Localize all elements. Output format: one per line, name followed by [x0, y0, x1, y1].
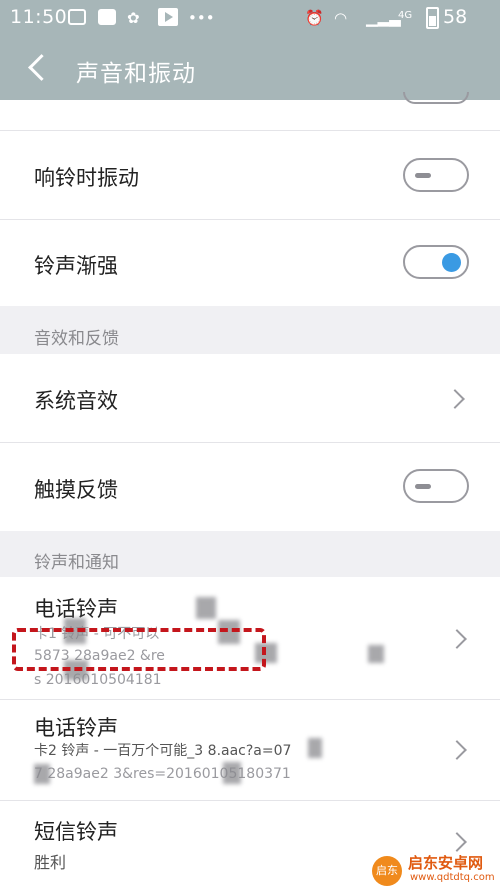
phone-ringtone-2-row[interactable]: 电话铃声 卡2 铃声 - 一百万个可能_3 8.aac?a=07 7 28a9a… [0, 700, 500, 800]
ring-fade-in-toggle[interactable] [403, 245, 469, 279]
more-notifications-icon: ••• [188, 9, 215, 27]
settings-list: 响铃时振动 铃声渐强 音效和反馈 系统音效 触摸反馈 铃声和通知 电话铃声 卡1… [0, 92, 500, 889]
battery-percent: 58 [443, 6, 468, 28]
vibrate-on-ring-toggle[interactable] [403, 158, 469, 192]
watermark-logo: 启东 [372, 856, 402, 886]
section-effects-label: 音效和反馈 [34, 329, 119, 349]
vibrate-on-ring-label: 响铃时振动 [34, 166, 139, 190]
sms-ringtone-value: 胜利 [34, 853, 67, 872]
watermark-name: 启东安卓网 [408, 854, 484, 872]
watermark-url: www.qdtdtq.com [410, 872, 495, 883]
section-header-ringtones: 铃声和通知 [0, 531, 500, 577]
haptic-feedback-label: 触摸反馈 [34, 478, 118, 502]
system-sound-label: 系统音效 [34, 389, 118, 413]
partial-toggle [403, 92, 469, 104]
back-arrow-icon[interactable] [24, 53, 52, 85]
haptic-feedback-toggle[interactable] [403, 469, 469, 503]
privacy-mosaic [308, 738, 322, 758]
ring-fade-in-row[interactable]: 铃声渐强 [0, 220, 500, 306]
status-bar: 11:50 ✿ ••• ⏰ ◠ ▁▂▃ 4G 58 [0, 0, 500, 36]
paw-icon: ✿ [127, 9, 140, 27]
highlight-annotation [12, 628, 266, 671]
notification-icon [68, 9, 86, 25]
news-icon [98, 9, 116, 25]
toggle-off-indicator [415, 484, 431, 489]
haptic-feedback-row[interactable]: 触摸反馈 [0, 443, 500, 531]
status-time: 11:50 [10, 6, 68, 28]
chevron-right-icon [447, 740, 467, 760]
sms-ringtone-label: 短信铃声 [34, 820, 118, 844]
privacy-mosaic [368, 645, 384, 663]
section-header-effects: 音效和反馈 [0, 306, 500, 354]
privacy-mosaic [196, 597, 216, 619]
toggle-on-indicator [442, 253, 461, 272]
phone-ringtone-2-line2: 7 28a9ae2 3&res=20160105180371 [34, 766, 291, 782]
partial-row [0, 92, 500, 130]
privacy-mosaic [223, 762, 241, 784]
phone-ringtone-1-line3: s 2016010504181 [34, 672, 162, 688]
app-header: 11:50 ✿ ••• ⏰ ◠ ▁▂▃ 4G 58 声音和振动 [0, 0, 500, 100]
page-title: 声音和振动 [76, 61, 196, 87]
network-4g-label: 4G [398, 10, 413, 21]
chevron-right-icon [447, 629, 467, 649]
vibrate-on-ring-row[interactable]: 响铃时振动 [0, 131, 500, 219]
battery-icon [426, 7, 439, 29]
alarm-icon: ⏰ [305, 9, 324, 27]
phone-ringtone-2-label: 电话铃声 [34, 716, 118, 740]
ring-fade-in-label: 铃声渐强 [34, 254, 118, 278]
video-icon [158, 8, 178, 26]
privacy-mosaic [34, 764, 50, 784]
phone-ringtone-2-line1: 卡2 铃声 - 一百万个可能_3 8.aac?a=07 [34, 743, 292, 759]
section-ringtones-label: 铃声和通知 [34, 553, 119, 573]
toggle-off-indicator [415, 173, 431, 178]
wifi-icon: ◠ [334, 9, 348, 27]
chevron-right-icon [445, 389, 465, 409]
signal-icon: ▁▂▃ [366, 9, 401, 27]
chevron-right-icon [447, 832, 467, 852]
system-sound-row[interactable]: 系统音效 [0, 354, 500, 442]
